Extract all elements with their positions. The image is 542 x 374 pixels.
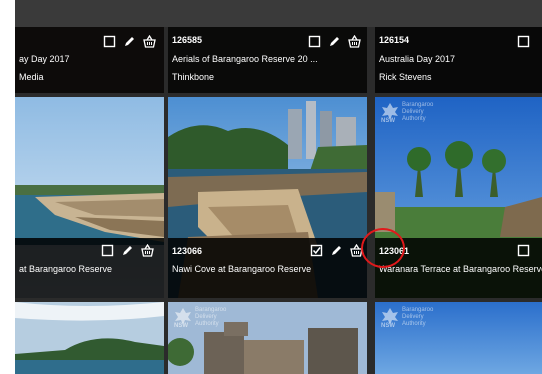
- logo-line2: Delivery: [402, 314, 424, 320]
- checkbox-checked-icon[interactable]: [310, 244, 323, 257]
- media-tile[interactable]: Barangaroo Delivery Authority NSW: [375, 302, 542, 374]
- tile-actions: [310, 244, 363, 257]
- logo-line2: Delivery: [402, 109, 424, 115]
- barangaroo-logo: Barangaroo Delivery Authority NSW: [380, 306, 440, 332]
- logo-line1: Barangaroo: [195, 307, 227, 313]
- barangaroo-logo: Barangaroo Delivery Authority NSW: [380, 101, 440, 127]
- basket-icon[interactable]: [348, 35, 361, 48]
- logo-line2: Delivery: [195, 314, 217, 320]
- tile-photo: [15, 302, 164, 374]
- basket-icon[interactable]: [141, 244, 154, 257]
- logo-nsw: NSW: [381, 323, 395, 329]
- media-tile[interactable]: 126585 Aerials of Barangaroo Reserve 20 …: [168, 27, 367, 93]
- logo-line3: Authority: [195, 321, 219, 327]
- tile-actions: [103, 35, 156, 48]
- barangaroo-logo: Barangaroo Delivery Authority NSW: [173, 306, 233, 332]
- tile-title: Nawi Cove at Barangaroo Reserve: [172, 264, 312, 274]
- tile-caption: at Barangaroo Reserve: [15, 238, 164, 298]
- logo-nsw: NSW: [381, 118, 395, 124]
- checkbox-icon[interactable]: [103, 35, 116, 48]
- basket-icon[interactable]: [143, 35, 156, 48]
- pencil-icon[interactable]: [328, 35, 341, 48]
- tile-author: Rick Stevens: [379, 72, 432, 82]
- logo-line3: Authority: [402, 321, 426, 327]
- tile-title: ay Day 2017: [19, 54, 70, 64]
- checkbox-icon[interactable]: [101, 244, 114, 257]
- pencil-icon[interactable]: [330, 244, 343, 257]
- tile-title: Waranara Terrace at Barangaroo Reserve: [379, 264, 542, 274]
- logo-line1: Barangaroo: [402, 307, 434, 313]
- pencil-icon[interactable]: [121, 244, 134, 257]
- logo-line3: Authority: [402, 116, 426, 122]
- pencil-icon[interactable]: [123, 35, 136, 48]
- logo-line1: Barangaroo: [402, 102, 434, 108]
- checkbox-icon[interactable]: [517, 35, 530, 48]
- tile-author: Media: [19, 72, 44, 82]
- tile-id: 126154: [379, 35, 410, 45]
- media-tile[interactable]: ay Day 2017 Media: [15, 27, 164, 93]
- highlight-circle-annotation: [361, 228, 405, 268]
- tile-title: Aerials of Barangaroo Reserve 20 ...: [172, 54, 318, 64]
- logo-nsw: NSW: [174, 323, 188, 329]
- media-tile[interactable]: Barangaroo Delivery Authority NSW: [168, 302, 367, 374]
- tile-actions: [308, 35, 361, 48]
- gallery-grid: ay Day 2017 Media 126585 Aerials of Bara…: [15, 0, 542, 374]
- checkbox-icon[interactable]: [308, 35, 321, 48]
- tile-actions: [101, 244, 154, 257]
- tile-title: Australia Day 2017: [379, 54, 456, 64]
- tile-author: Thinkbone: [172, 72, 215, 82]
- tile-actions: [517, 244, 530, 257]
- tile-caption: ay Day 2017 Media: [15, 27, 164, 93]
- tile-caption: 126154 Australia Day 2017 Rick Stevens: [375, 27, 542, 93]
- tile-id: 126585: [172, 35, 203, 45]
- tile-caption: 126585 Aerials of Barangaroo Reserve 20 …: [168, 27, 367, 93]
- tile-id: 123066: [172, 246, 203, 256]
- tile-caption: 123066 Nawi Cove at Barangaroo Reserve: [168, 238, 367, 298]
- media-tile[interactable]: 123066 Nawi Cove at Barangaroo Reserve: [168, 97, 367, 298]
- media-tile[interactable]: [15, 302, 164, 374]
- checkbox-icon[interactable]: [517, 244, 530, 257]
- media-tile[interactable]: at Barangaroo Reserve: [15, 97, 164, 298]
- media-tile[interactable]: 126154 Australia Day 2017 Rick Stevens: [375, 27, 542, 93]
- tile-actions: [517, 35, 530, 48]
- tile-title: at Barangaroo Reserve: [19, 264, 113, 274]
- top-bar: [15, 0, 542, 27]
- media-tile[interactable]: Barangaroo Delivery Authority NSW 123061 W…: [375, 97, 542, 298]
